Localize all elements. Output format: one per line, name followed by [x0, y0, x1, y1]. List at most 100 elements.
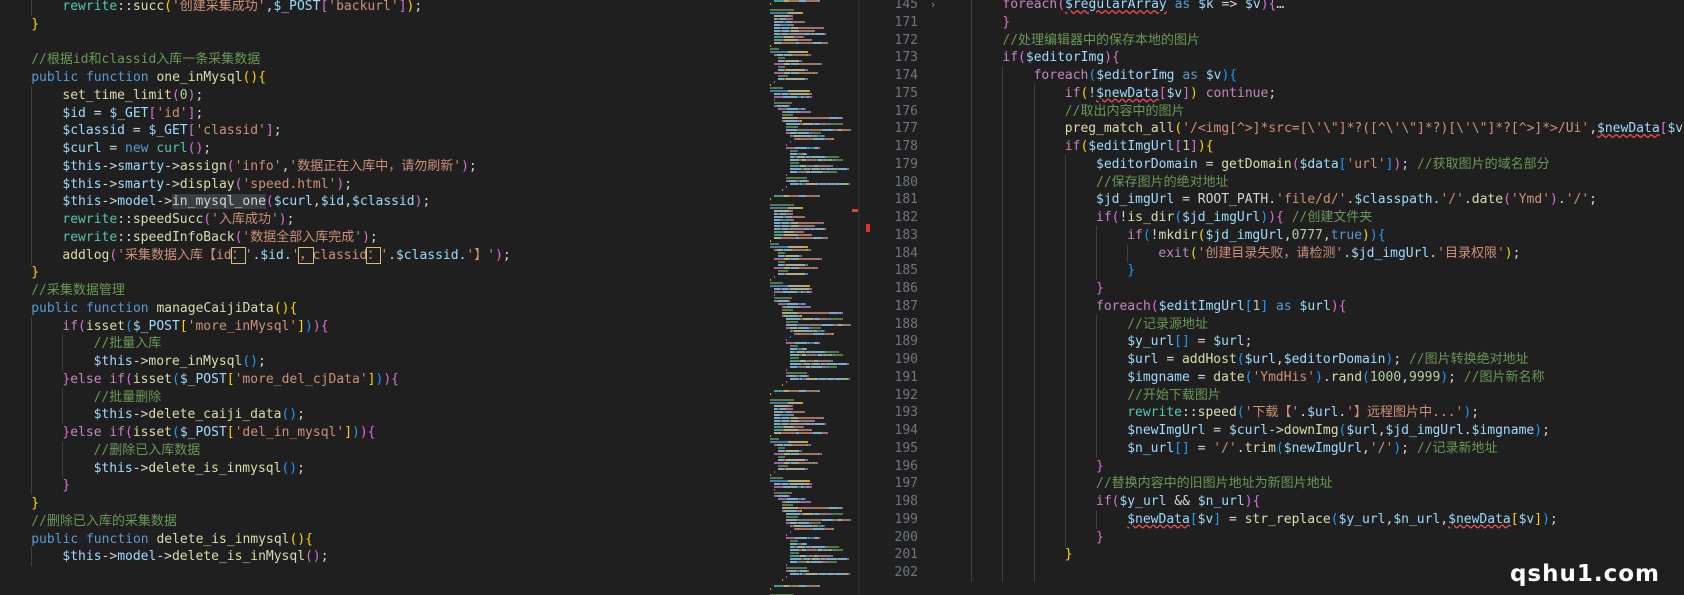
code-line[interactable]: $curl = new curl(); [0, 139, 764, 158]
code-line[interactable]: addlog('采集数据入库【id：'.$id.'，classid：'.$cla… [0, 245, 764, 265]
code-text: if(!is_dir($jd_imgUrl)){ //创建文件夹 [1096, 208, 1372, 227]
code-line[interactable]: 192 //开始下载图片 [860, 385, 1684, 405]
code-token: . [283, 247, 292, 263]
code-line[interactable]: 184 exit('创建目录失败，请检测'.$jd_imgUrl.'目录权限'); [860, 243, 1684, 263]
code-line[interactable]: 179 $editorDomain = getDomain($data['url'… [860, 154, 1684, 174]
minimap-stroke [774, 81, 775, 83]
indent-guide [1033, 225, 1035, 245]
code-line[interactable]: $this->smarty->assign('info','数据正在入库中，请勿… [0, 156, 764, 176]
code-line[interactable]: } [0, 263, 764, 282]
code-line[interactable]: $classid = $_GET['classid']; [0, 121, 764, 141]
minimap-stroke [777, 495, 788, 497]
code-line[interactable]: } [0, 494, 764, 513]
minimap-stroke [786, 372, 807, 374]
code-line[interactable]: public function manageCaijiData(){ [0, 299, 764, 318]
minimap-stroke [778, 90, 788, 92]
code-line[interactable]: 200} [860, 527, 1684, 547]
code-token: = [1189, 369, 1214, 385]
code-line[interactable]: //批量删除 [0, 387, 764, 407]
code-line[interactable]: 187 foreach($editImgUrl[1] as $url){ [860, 296, 1684, 316]
code-line[interactable]: 173 if($editorImg){ [860, 48, 1684, 68]
code-line[interactable]: public function one_inMysql(){ [0, 68, 764, 87]
code-line[interactable]: set_time_limit(0); [0, 85, 764, 105]
code-token: $curl [273, 194, 313, 210]
code-line[interactable]: 195 $n_url[] = '/'.trim($newImgUrl,'/'); … [860, 438, 1684, 458]
code-token: 0 [179, 87, 188, 103]
code-line[interactable]: //删除已入库数据 [0, 440, 764, 460]
code-line[interactable]: 189 $y_url[] = $url; [860, 332, 1684, 352]
code-line[interactable]: 193 rewrite::speed('下载【'.$url.'】远程图片中...'… [860, 403, 1684, 423]
minimap-stroke [797, 351, 805, 353]
indent-guide [62, 405, 64, 425]
code-text: $n_url[] = '/'.trim($newImgUrl,'/'); //记… [1127, 439, 1497, 458]
code-line[interactable]: 191 $imgname = date('YmdHis').rand(1000,9… [860, 367, 1684, 387]
minimap-stroke [819, 585, 820, 587]
minimap-stroke [789, 585, 798, 587]
code-line[interactable]: 194 $newImgUrl = $curl->downImg($url,$jd_… [860, 421, 1684, 440]
minimap-stroke [848, 168, 849, 170]
code-line[interactable]: 174 foreach($editorImg as $v){ [860, 66, 1684, 85]
code-line[interactable]: 196} [860, 456, 1684, 476]
code-line[interactable]: $this->delete_caiji_data(); [0, 405, 764, 425]
minimap-stroke [810, 306, 811, 308]
minimap-stroke [777, 105, 788, 107]
code-line[interactable]: rewrite::speedInfoBack('数据全部入库完成'); [0, 227, 764, 247]
minimap-stroke [799, 528, 812, 530]
minimap-stroke [774, 21, 783, 23]
code-token: = [101, 141, 126, 156]
code-line[interactable]: } [0, 476, 764, 496]
code-line[interactable]: rewrite::succ('创建采集成功',$_POST['backurl']… [0, 0, 764, 16]
code-line[interactable]: $this->model->delete_is_inMysql(); [0, 547, 764, 567]
code-token: $editorImg [1025, 50, 1105, 66]
code-line[interactable]: $id = $_GET['id']; [0, 103, 764, 123]
minimap-stroke [774, 36, 782, 38]
code-line[interactable]: }else if(isset($_POST['more_del_cjData']… [0, 369, 764, 389]
code-line[interactable]: public function delete_is_inmysql(){ [0, 530, 764, 549]
code-line[interactable]: 183 if(!mkdir($jd_imgUrl,0777,true)){ [860, 225, 1684, 245]
code-line[interactable]: //采集数据管理 [0, 281, 764, 300]
code-line[interactable]: $this->delete_is_inmysql(); [0, 458, 764, 478]
minimap-stroke [790, 360, 798, 362]
right-editor-pane[interactable]: 145 › foreach($regularArray as $k => $v){…… [860, 0, 1684, 595]
code-line[interactable]: 180 //保存图片的绝对地址 [860, 172, 1684, 192]
code-line[interactable]: 190 $url = addHost($url,$editorDomain); /… [860, 350, 1684, 369]
minimap-stroke [819, 360, 831, 362]
code-line[interactable]: 188 //记录源地址 [860, 314, 1684, 334]
code-line[interactable]: 178 if($editImgUrl[1]){ [860, 137, 1684, 156]
code-line[interactable]: 198 if($y_url && $n_url){ [860, 492, 1684, 511]
code-line[interactable]: 175 if(!$newData[$v]) continue; [860, 83, 1684, 103]
code-line[interactable]: if(isset($_POST['more_inMysql'])){ [0, 316, 764, 336]
code-line[interactable]: //根据id和classid入库一条采集数据 [0, 50, 764, 69]
minimap-stroke [811, 129, 821, 131]
minimap-stroke [770, 204, 794, 206]
code-line[interactable]: 181 $jd_imgUrl = ROOT_PATH.'file/d/'.$cla… [860, 190, 1684, 210]
code-line[interactable]: }else if(isset($_POST['del_in_mysql'])){ [0, 423, 764, 442]
code-line[interactable]: rewrite::speedSucc('入库成功'); [0, 210, 764, 229]
code-line[interactable]: 176 //取出内容中的图片 [860, 101, 1684, 121]
code-line[interactable]: 172 //处理编辑器中的保存本地的图片 [860, 30, 1684, 50]
code-line[interactable]: 186} [860, 279, 1684, 298]
indent-guide [971, 172, 973, 192]
code-line[interactable]: //批量入库 [0, 334, 764, 354]
code-line[interactable]: $this->smarty->display('speed.html'); [0, 174, 764, 194]
code-token: $this [62, 194, 102, 210]
code-line[interactable] [0, 33, 764, 52]
minimap-stroke [812, 522, 821, 524]
code-line[interactable]: 182 if(!is_dir($jd_imgUrl)){ //创建文件夹 [860, 208, 1684, 227]
code-line[interactable]: } [0, 15, 764, 34]
code-line[interactable]: $this->more_inMysql(); [0, 352, 764, 371]
minimap-stroke [791, 453, 798, 455]
code-line[interactable]: 185} [860, 261, 1684, 281]
code-line[interactable]: 199 $newData[$v] = str_replace($y_url,$n_… [860, 509, 1684, 529]
code-line[interactable]: 177 preg_match_all('/<img[^>]*src=[\'\"]*… [860, 119, 1684, 139]
code-line[interactable]: $this->model->in_mysql_one($curl,$id,$cl… [0, 192, 764, 212]
left-editor-pane[interactable]: rewrite::succ('创建采集成功',$_POST['backurl']… [0, 0, 764, 595]
code-line[interactable]: 197 //替换内容中的旧图片地址为新图片地址 [860, 474, 1684, 494]
indent-guide [971, 48, 973, 68]
minimap-stroke [825, 528, 832, 530]
code-line[interactable]: 171} [860, 12, 1684, 32]
code-token: ; [1512, 245, 1521, 261]
minimap[interactable] [764, 0, 858, 595]
code-line[interactable]: //删除已入库的采集数据 [0, 512, 764, 531]
indent-guide [971, 261, 973, 281]
